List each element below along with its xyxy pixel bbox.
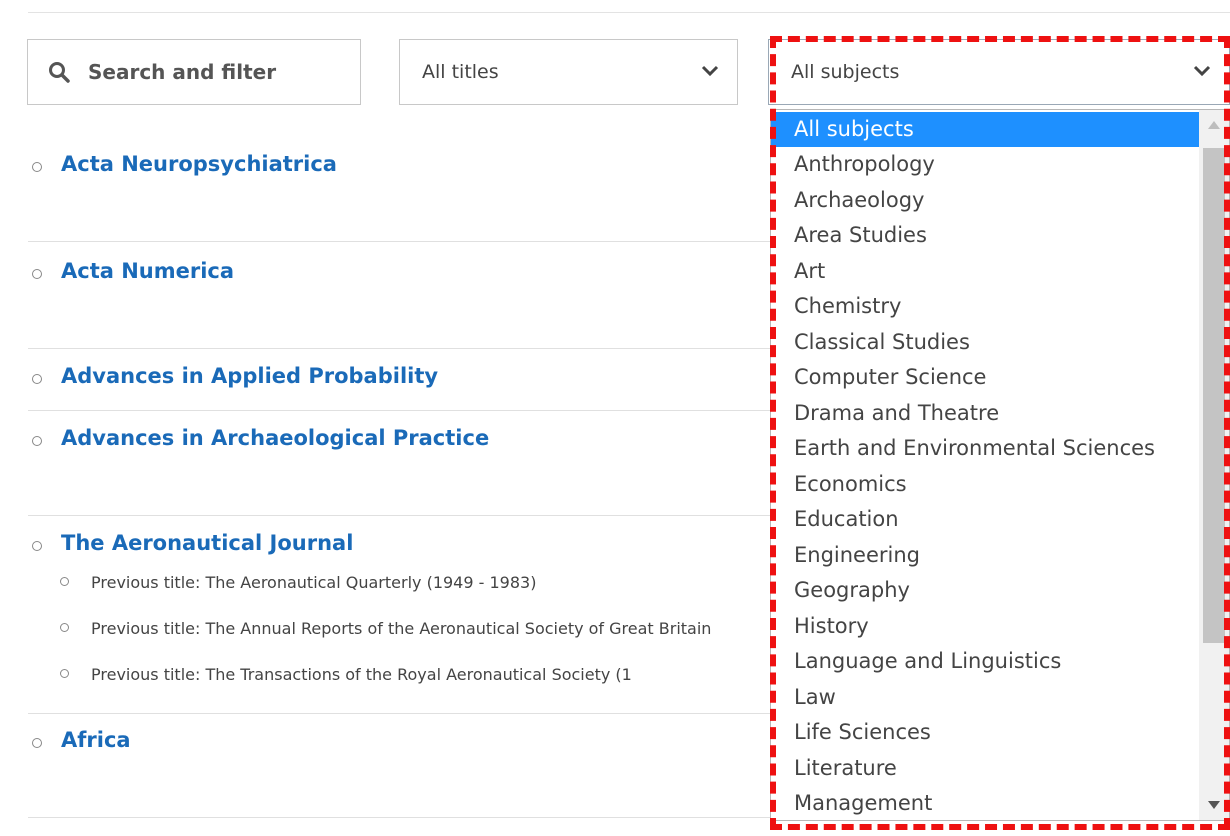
previous-title-text: Previous title: The Transactions of the … — [91, 665, 632, 684]
scrollbar-thumb[interactable] — [1203, 148, 1225, 643]
bullet-icon — [32, 374, 42, 384]
divider — [28, 241, 770, 242]
subjects-select[interactable]: All subjects — [768, 39, 1230, 105]
subject-option[interactable]: Chemistry — [771, 289, 1199, 324]
divider — [28, 410, 770, 411]
previous-title-item: Previous title: The Annual Reports of th… — [60, 619, 770, 638]
journal-title-link[interactable]: Acta Neuropsychiatrica — [61, 152, 337, 176]
journal-list: Acta Neuropsychiatrica Acta Numerica Adv… — [0, 0, 770, 836]
subjects-dropdown-list[interactable]: All subjects Anthropology Archaeology Ar… — [770, 109, 1230, 821]
journal-title-link[interactable]: The Aeronautical Journal — [61, 531, 353, 555]
divider — [28, 515, 770, 516]
bullet-icon — [32, 541, 42, 551]
chevron-down-icon — [1193, 65, 1211, 77]
subject-option[interactable]: Computer Science — [771, 360, 1199, 395]
bullet-icon — [32, 162, 42, 172]
bullet-icon — [32, 436, 42, 446]
bullet-icon — [32, 269, 42, 279]
bullet-icon — [60, 577, 69, 586]
journal-title-link[interactable]: Advances in Archaeological Practice — [61, 426, 489, 450]
previous-title-item: Previous title: The Transactions of the … — [60, 665, 770, 684]
subject-option[interactable]: Anthropology — [771, 147, 1199, 182]
previous-title-item: Previous title: The Aeronautical Quarter… — [60, 573, 770, 592]
subject-option[interactable]: Literature — [771, 751, 1199, 786]
bullet-icon — [32, 738, 42, 748]
subject-option[interactable]: Engineering — [771, 538, 1199, 573]
journal-title-link[interactable]: Africa — [61, 728, 131, 752]
subject-option[interactable]: Art — [771, 254, 1199, 289]
divider — [28, 817, 770, 818]
divider — [28, 713, 770, 714]
journal-title-link[interactable]: Acta Numerica — [61, 259, 234, 283]
subject-option[interactable]: Archaeology — [771, 183, 1199, 218]
subject-option[interactable]: Management — [771, 786, 1199, 820]
subject-option[interactable]: Area Studies — [771, 218, 1199, 253]
subject-option[interactable]: Language and Linguistics — [771, 644, 1199, 679]
subject-option[interactable]: History — [771, 609, 1199, 644]
subject-option[interactable]: Geography — [771, 573, 1199, 608]
subject-option[interactable]: Life Sciences — [771, 715, 1199, 750]
subject-option[interactable]: Education — [771, 502, 1199, 537]
dropdown-scrollbar[interactable] — [1199, 110, 1229, 820]
subject-option-all[interactable]: All subjects — [771, 112, 1199, 147]
divider — [28, 348, 770, 349]
scroll-up-arrow-icon[interactable] — [1207, 120, 1221, 130]
subjects-select-value: All subjects — [791, 61, 900, 83]
subject-option[interactable]: Law — [771, 680, 1199, 715]
subject-option[interactable]: Earth and Environmental Sciences — [771, 431, 1199, 466]
subject-option[interactable]: Drama and Theatre — [771, 396, 1199, 431]
subject-option[interactable]: Economics — [771, 467, 1199, 502]
subject-option[interactable]: Classical Studies — [771, 325, 1199, 360]
journal-title-link[interactable]: Advances in Applied Probability — [61, 364, 438, 388]
bullet-icon — [60, 669, 69, 678]
scroll-down-arrow-icon[interactable] — [1207, 800, 1221, 810]
previous-title-text: Previous title: The Aeronautical Quarter… — [91, 573, 537, 592]
bullet-icon — [60, 623, 69, 632]
previous-title-text: Previous title: The Annual Reports of th… — [91, 619, 712, 638]
